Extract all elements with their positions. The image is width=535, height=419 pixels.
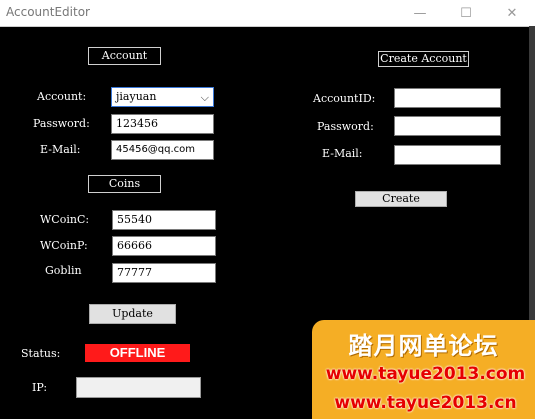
maximize-icon: ☐ [460,5,472,21]
create-email-label: E-Mail: [322,147,363,160]
account-password-label: Password: [33,117,90,130]
account-dropdown-value: jiayuan [116,90,157,103]
close-icon: ✕ [506,5,518,21]
watermark-url-cn: www.tayue2013.cn [334,393,517,413]
chevron-down-icon[interactable]: ⌵ [201,90,209,106]
create-accountid-label: AccountID: [313,92,376,105]
account-email-label: E-Mail: [40,143,81,156]
window-title: AccountEditor [6,5,90,19]
wcoinc-label: WCoinC: [40,213,90,226]
ip-label: IP: [32,381,48,394]
create-account-section-header: Create Account [378,51,469,67]
wcoinc-field[interactable]: 55540 [112,210,216,230]
ip-field[interactable] [76,377,201,398]
account-dropdown[interactable]: jiayuan ⌵ [111,87,214,107]
watermark-title: 踏月网单论坛 [348,332,499,360]
create-button[interactable]: Create [355,191,447,207]
watermark-url-com: www.tayue2013.com [325,364,526,384]
create-password-label: Password: [317,120,374,133]
create-email-field[interactable] [394,145,501,165]
goblin-label: Goblin [45,264,82,277]
wcoinp-field[interactable]: 66666 [112,236,216,256]
goblin-field[interactable]: 77777 [112,263,216,283]
account-password-field[interactable]: 123456 [111,114,214,134]
wcoinp-label: WCoinP: [40,239,88,252]
maximize-button[interactable]: ☐ [443,0,489,26]
title-bar: AccountEditor — ☐ ✕ [0,0,535,27]
status-badge: OFFLINE [85,344,190,362]
account-email-field[interactable]: 45456@qq.com [111,140,214,160]
create-accountid-field[interactable] [394,88,501,108]
create-password-field[interactable] [394,116,501,136]
update-button[interactable]: Update [89,304,176,324]
account-label: Account: [37,90,87,103]
minimize-icon: — [413,5,427,21]
close-button[interactable]: ✕ [489,0,535,26]
coins-section-header: Coins [88,175,161,193]
account-section-header: Account [88,47,161,65]
watermark-banner: 踏月网单论坛 www.tayue2013.com www.tayue2013.c… [312,320,535,419]
minimize-button[interactable]: — [397,0,443,26]
status-label: Status: [21,347,61,360]
